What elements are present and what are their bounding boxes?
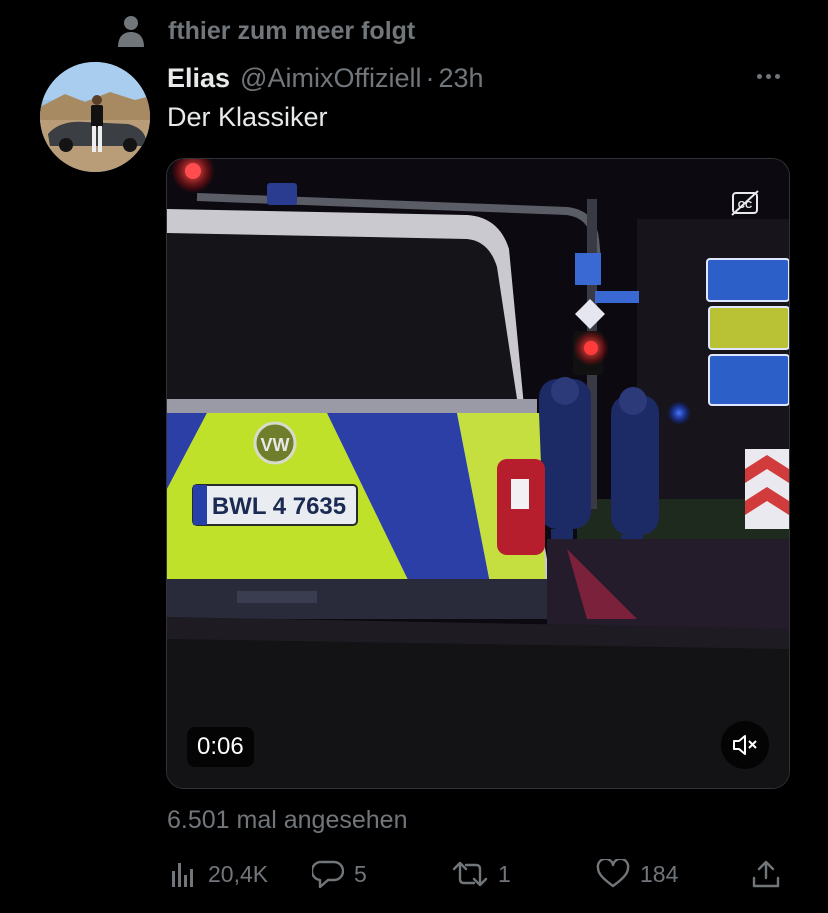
retweet-count: 1: [498, 860, 511, 887]
person-icon: [118, 16, 144, 47]
author-name[interactable]: Elias: [167, 63, 230, 94]
video-frame: VW BWL 4 7635: [167, 159, 789, 788]
author-handle[interactable]: @AimixOffiziell: [240, 63, 421, 94]
retweet-icon: [452, 861, 488, 887]
tweet-text: Der Klassiker: [167, 102, 328, 132]
like-count: 184: [640, 860, 679, 887]
speaker-muted-icon: [733, 735, 757, 755]
heart-icon: [596, 859, 630, 888]
license-plate-text: BWL 4 7635: [212, 493, 346, 520]
avatar-image: [40, 62, 150, 172]
more-options-button[interactable]: [748, 62, 788, 90]
share-button[interactable]: [750, 854, 782, 894]
more-dot-icon: [756, 73, 762, 79]
header-separator: ·: [425, 62, 435, 93]
more-dot-icon: [765, 73, 771, 79]
svg-text:VW: VW: [261, 435, 290, 455]
reply-icon: [312, 860, 344, 889]
social-context[interactable]: fthier zum meer folgt: [116, 12, 415, 50]
more-dot-icon: [774, 73, 780, 79]
analytics-button[interactable]: 20,4K: [168, 854, 268, 894]
share-icon: [752, 860, 780, 888]
reply-count: 5: [354, 860, 367, 887]
social-context-text: fthier zum meer folgt: [168, 16, 416, 45]
analytics-count: 20,4K: [208, 860, 269, 887]
video-player[interactable]: VW BWL 4 7635 CC 0:06: [166, 158, 790, 789]
retweet-button[interactable]: 1: [452, 854, 511, 894]
like-button[interactable]: 184: [596, 854, 678, 894]
analytics-icon: [172, 863, 193, 887]
mute-button[interactable]: [721, 721, 769, 769]
closed-captions-off-icon[interactable]: CC: [730, 189, 760, 217]
video-duration: 0:06: [187, 727, 254, 767]
tweet-header: Elias @AimixOffiziell · 23h: [167, 58, 484, 98]
action-bar: 20,4K 5 1 184: [0, 854, 828, 894]
avatar[interactable]: [40, 62, 150, 172]
reply-button[interactable]: 5: [312, 854, 367, 894]
tweet-timestamp[interactable]: 23h: [438, 63, 483, 94]
view-count: 6.501 mal angesehen: [167, 806, 408, 834]
